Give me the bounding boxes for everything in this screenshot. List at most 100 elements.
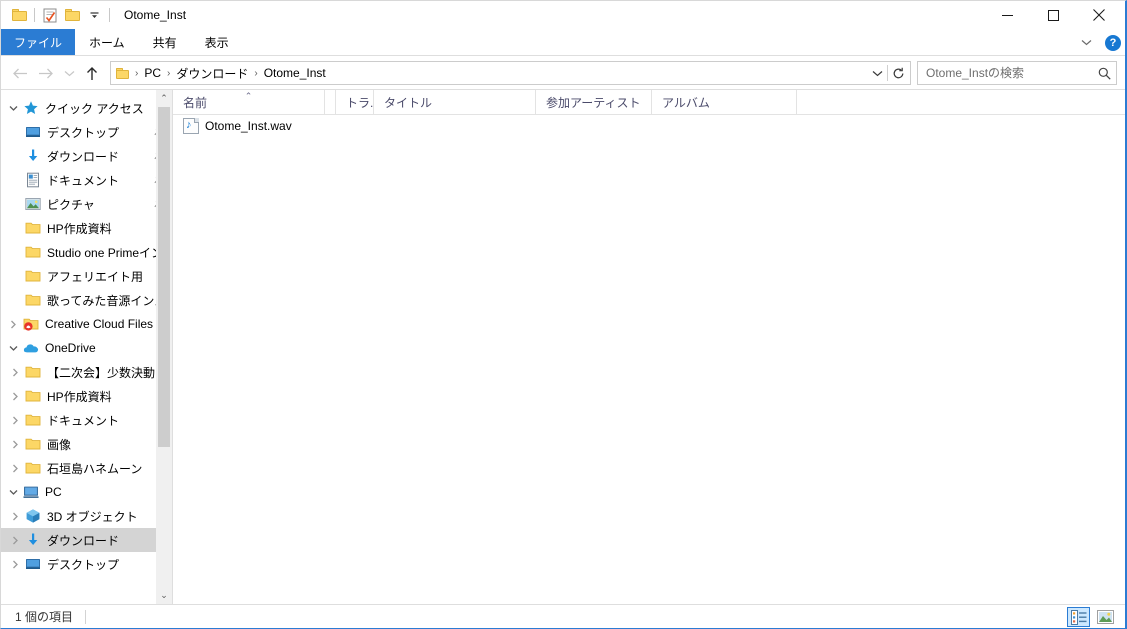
chevron-right-icon[interactable] [7,512,23,521]
sidebar-item-label: ダウンロード [47,149,120,164]
details-view-button[interactable] [1067,607,1090,627]
sidebar-item-label: PC [45,485,62,499]
qat-properties-icon[interactable] [39,4,61,26]
sidebar-item-7[interactable]: アフェリエイト用 [1,264,172,288]
column-header-4[interactable]: 参加アーティスト [536,90,652,114]
sidebar-item-18[interactable]: ダウンロード [1,528,172,552]
ribbon-collapse-button[interactable] [1075,32,1097,54]
sidebar-item-16[interactable]: PC [1,480,172,504]
large-icons-view-button[interactable] [1094,607,1117,627]
sidebar-item-label: 画像 [47,437,72,452]
sidebar-item-2[interactable]: ダウンロード [1,144,172,168]
sidebar-item-15[interactable]: 石垣島ハネムーン [1,456,172,480]
address-dropdown-button[interactable] [867,62,887,84]
sidebar-item-11[interactable]: 【二次会】少数決動画 [1,360,172,384]
chevron-down-icon[interactable] [5,345,21,352]
status-divider [85,609,87,624]
breadcrumb-item-pc[interactable]: PC [140,64,165,82]
scroll-up-button[interactable]: ⌃ [156,90,172,107]
navigation-pane: クイック アクセス デスクトップ ダウンロード ドキュメント ピクチャ HP作成資料 Stu… [1,90,173,604]
folder-icon [25,390,41,402]
chevron-down-icon[interactable] [5,105,21,112]
sidebar-item-label: Studio one Primeインス [47,245,168,260]
chevron-right-icon[interactable] [7,440,23,449]
chevron-down-icon[interactable] [5,489,21,496]
maximize-button[interactable] [1030,1,1076,29]
chevron-right-icon[interactable] [7,368,23,377]
folder-icon-wrap [23,412,43,428]
refresh-button[interactable] [888,62,908,84]
scroll-down-button[interactable]: ⌄ [156,587,172,604]
chevron-right-icon [12,392,18,400]
column-header-5[interactable]: アルバム [652,90,797,114]
sidebar-item-1[interactable]: デスクトップ [1,120,172,144]
document-icon [27,172,39,188]
folder-icon [25,246,41,258]
folder-icon [25,438,41,450]
chevron-right-icon[interactable] [7,392,23,401]
forward-button[interactable] [33,60,59,86]
table-row[interactable]: ♪ Otome_Inst.wav [173,115,1125,137]
sidebar-item-5[interactable]: HP作成資料 [1,216,172,240]
search-icon[interactable] [1096,67,1112,80]
sidebar-item-17[interactable]: 3D オブジェクト [1,504,172,528]
chevron-right-icon[interactable] [7,560,23,569]
sidebar-item-0[interactable]: クイック アクセス [1,96,172,120]
breadcrumb-item-downloads[interactable]: ダウンロード [172,63,252,84]
breadcrumb-separator-2[interactable]: › [252,68,259,79]
scrollbar-thumb[interactable] [158,107,170,447]
tab-file[interactable]: ファイル [1,29,76,55]
help-button[interactable]: ? [1105,34,1121,51]
navigation-list: クイック アクセス デスクトップ ダウンロード ドキュメント ピクチャ HP作成資料 Stu… [1,90,172,576]
recent-locations-button[interactable] [59,60,79,86]
chevron-right-icon[interactable] [7,536,23,545]
qat-folder-icon[interactable] [8,4,30,26]
breadcrumb-separator-1[interactable]: › [165,68,172,79]
breadcrumb-separator-0[interactable]: › [133,68,140,79]
column-header-2[interactable]: トラ... [336,90,374,114]
chevron-down-icon [9,345,17,351]
arrow-left-icon [13,68,27,78]
qat-new-folder-icon[interactable] [61,4,83,26]
folder-icon [25,366,41,378]
qat-customize-chevron[interactable] [83,4,105,26]
column-header-0[interactable]: ⌃ 名前 [173,90,325,114]
pictures-icon [25,198,41,210]
column-header-3[interactable]: タイトル [374,90,536,114]
star-icon-wrap [21,100,41,116]
breadcrumb-folder-icon [116,67,129,79]
sidebar-item-label: 石垣島ハネムーン [47,461,143,476]
download-icon [28,533,38,545]
tab-view[interactable]: 表示 [191,29,243,55]
chevron-right-icon[interactable] [7,464,23,473]
tab-home[interactable]: ホーム [75,29,139,55]
desktop-icon-wrap [23,124,43,140]
creative-cloud-icon-wrap [21,316,41,332]
sidebar-item-8[interactable]: 歌ってみた音源インスト [1,288,172,312]
search-box[interactable] [917,61,1117,85]
sidebar-item-12[interactable]: HP作成資料 [1,384,172,408]
item-count-label: 1 個の項目 [15,610,74,624]
sidebar-item-9[interactable]: Creative Cloud Files [1,312,172,336]
navigation-scrollbar[interactable]: ⌃ ⌄ [156,90,172,604]
sidebar-item-4[interactable]: ピクチャ [1,192,172,216]
sidebar-item-10[interactable]: OneDrive [1,336,172,360]
close-button[interactable] [1076,1,1122,29]
tab-share[interactable]: 共有 [139,29,191,55]
sidebar-item-3[interactable]: ドキュメント [1,168,172,192]
sidebar-item-19[interactable]: デスクトップ [1,552,172,576]
column-header-1[interactable] [325,90,336,114]
back-button[interactable] [7,60,33,86]
chevron-right-icon[interactable] [7,416,23,425]
up-button[interactable] [79,60,105,86]
sidebar-item-label: OneDrive [45,341,96,355]
breadcrumb-bar[interactable]: › PC › ダウンロード › Otome_Inst [110,61,911,85]
sidebar-item-13[interactable]: ドキュメント [1,408,172,432]
breadcrumb-item-otome-inst[interactable]: Otome_Inst [260,64,330,82]
search-input[interactable] [926,66,1096,80]
sidebar-item-6[interactable]: Studio one Primeインス [1,240,172,264]
chevron-right-icon[interactable] [5,320,21,329]
minimize-button[interactable] [984,1,1030,29]
sidebar-item-14[interactable]: 画像 [1,432,172,456]
column-header-label: アルバム [662,95,710,110]
